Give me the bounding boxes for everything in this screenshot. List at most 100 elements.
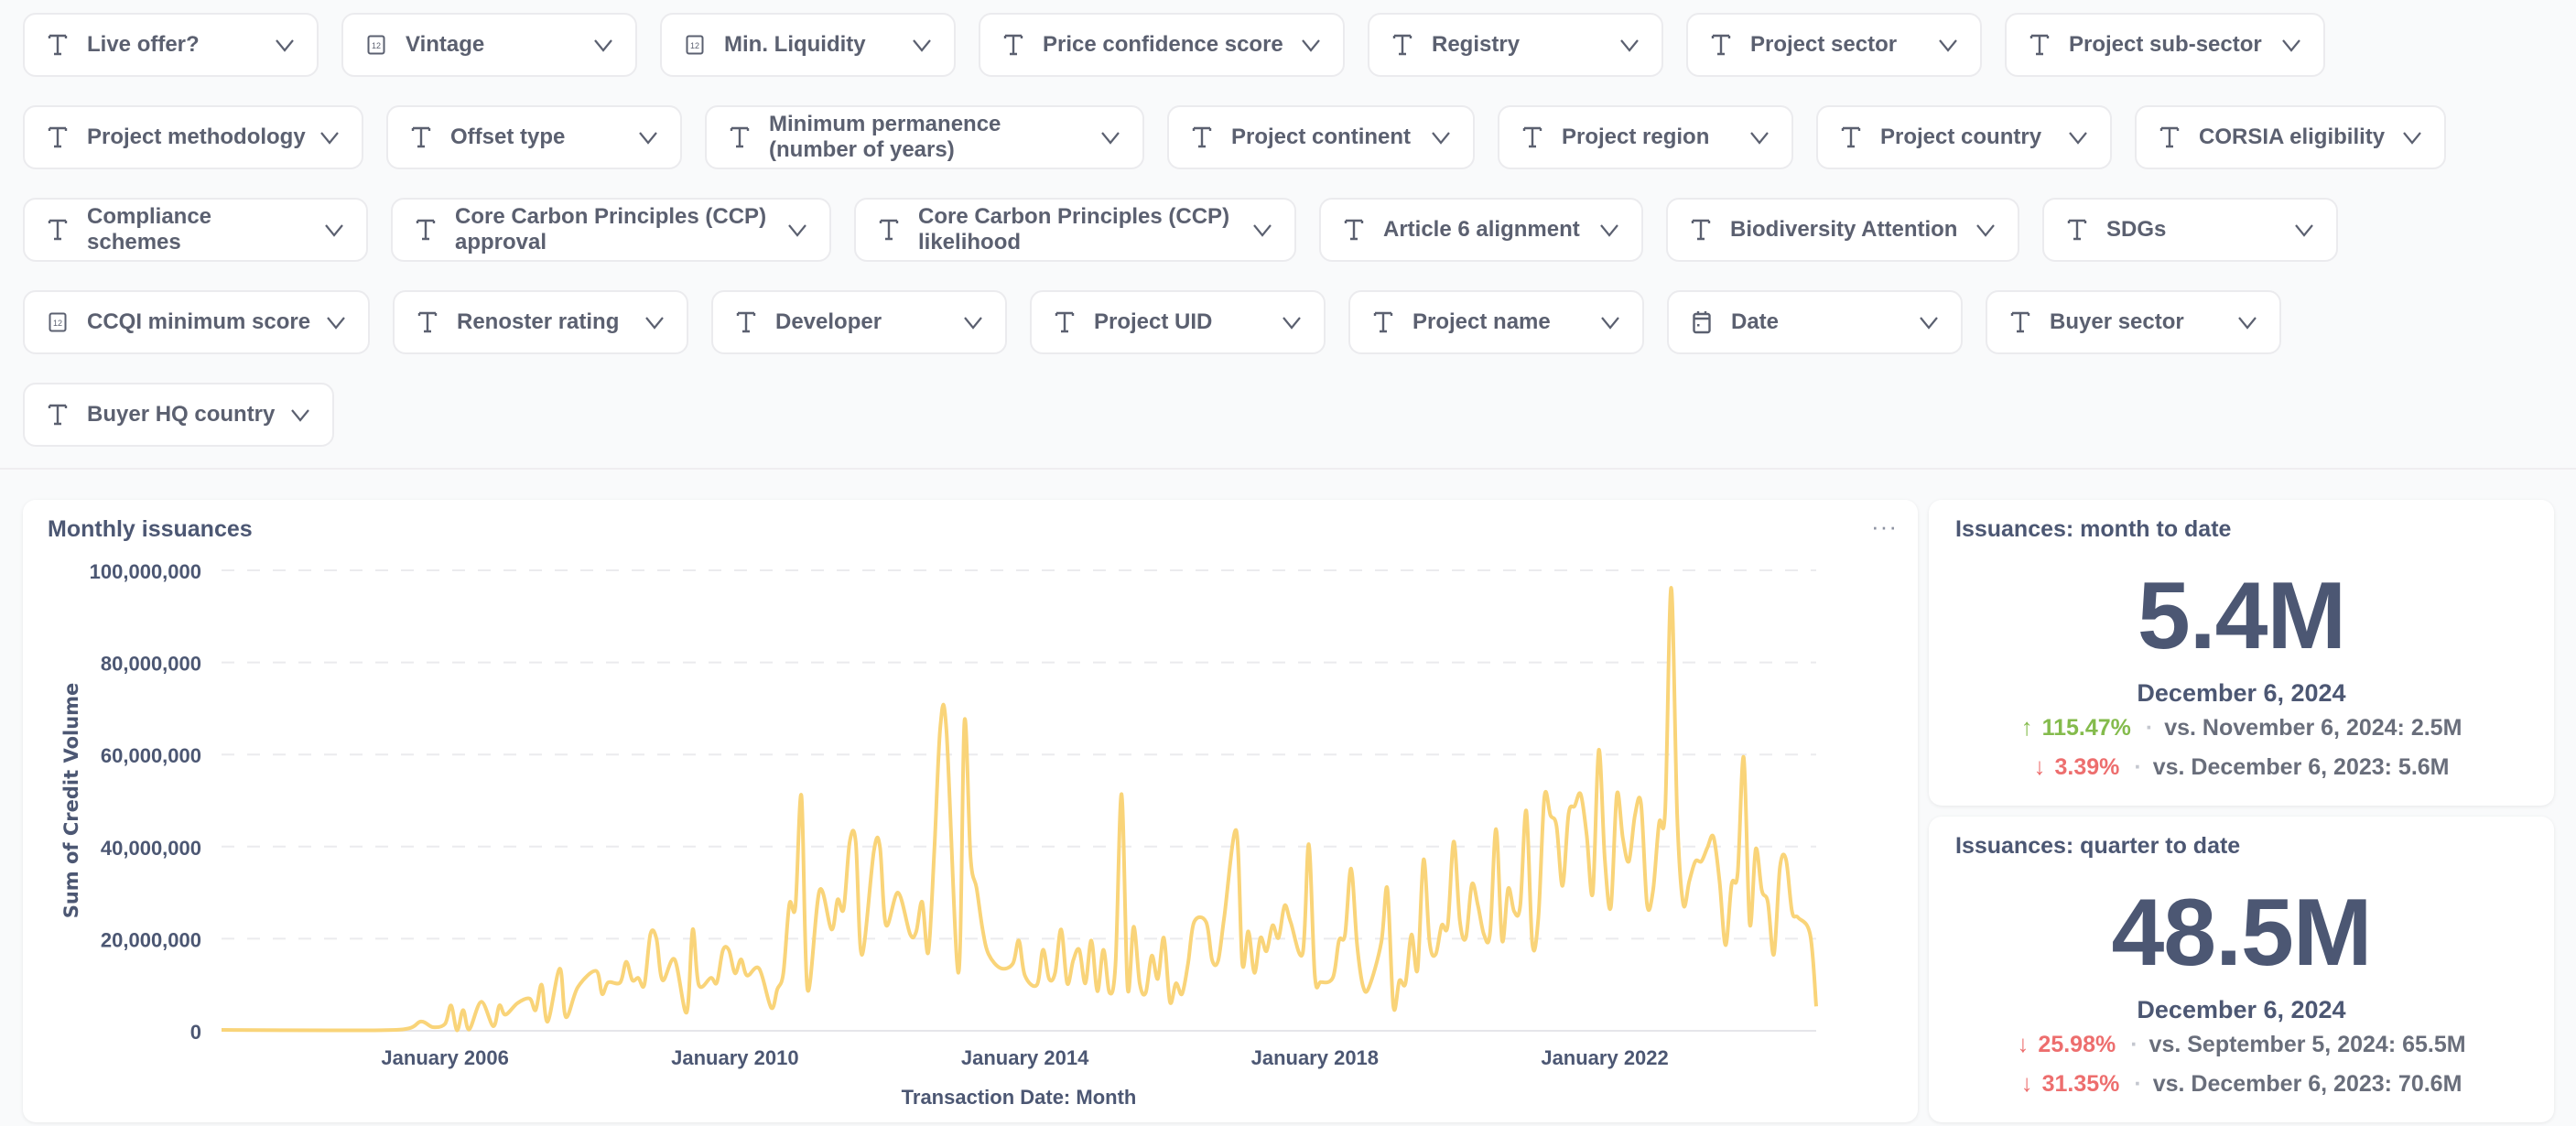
number-icon: 12 xyxy=(365,32,387,58)
separator: · xyxy=(2145,715,2154,741)
separator: · xyxy=(2134,754,2142,780)
text-type-icon xyxy=(1191,125,1213,150)
filter-label: Date xyxy=(1731,309,1780,334)
x-tick-label: January 2010 xyxy=(671,1046,798,1069)
filter-label: Buyer HQ country xyxy=(87,402,276,427)
filter-compliance-schemes[interactable]: Compliance schemes xyxy=(23,198,368,262)
text-type-icon xyxy=(729,125,751,150)
filter-label: Project region xyxy=(1562,125,1710,149)
filter-label: Buyer sector xyxy=(2050,309,2184,334)
chevron-down-icon xyxy=(2238,317,2257,330)
x-axis-label: Transaction Date: Month xyxy=(902,1086,1137,1109)
filter-registry[interactable]: Registry xyxy=(1368,13,1663,77)
filter-label: Core Carbon Principles (CCP) approval xyxy=(455,204,767,254)
filter-project-uid[interactable]: Project UID xyxy=(1030,290,1326,354)
filter-label: Min. Liquidity xyxy=(724,32,866,57)
chevron-down-icon xyxy=(320,132,339,145)
filter-core-carbon-principles-ccp-approval[interactable]: Core Carbon Principles (CCP) approval xyxy=(391,198,831,262)
filter-label: CCQI minimum score xyxy=(87,309,311,334)
y-tick-label: 60,000,000 xyxy=(101,744,201,767)
chevron-down-icon xyxy=(276,39,294,52)
filter-developer[interactable]: Developer xyxy=(711,290,1007,354)
filter-minimum-permanence-number-of-years[interactable]: Minimum permanence (number of years) xyxy=(705,105,1144,169)
text-type-icon xyxy=(1690,217,1712,243)
filter-label: Project country xyxy=(1880,125,2042,149)
x-tick-label: January 2006 xyxy=(381,1046,508,1069)
line-chart: 0 20,000,000 40,000,000 60,000,000 80,000,00… xyxy=(60,560,1818,1109)
filter-project-region[interactable]: Project region xyxy=(1498,105,1793,169)
filter-date[interactable]: Date xyxy=(1667,290,1963,354)
filter-label: Project name xyxy=(1412,309,1551,334)
filter-project-sector[interactable]: Project sector xyxy=(1686,13,1982,77)
y-tick-label: 80,000,000 xyxy=(101,653,201,676)
filter-ccqi-minimum-score[interactable]: 12 CCQI minimum score xyxy=(23,290,370,354)
text-type-icon xyxy=(47,217,69,243)
filter-live-offer[interactable]: Live offer? xyxy=(23,13,319,77)
kpi-date: December 6, 2024 xyxy=(2137,679,2346,707)
kpi-title: Issuances: month to date xyxy=(1955,516,2232,542)
change-percent: 25.98% xyxy=(2038,1032,2116,1057)
comparison-text: vs. December 6, 2023: 70.6M xyxy=(2152,1071,2462,1097)
filter-buyer-sector[interactable]: Buyer sector xyxy=(1986,290,2281,354)
filter-buyer-hq-country[interactable]: Buyer HQ country xyxy=(23,383,334,447)
text-type-icon xyxy=(1054,309,1076,335)
filter-label: Core Carbon Principles (CCP) likelihood xyxy=(918,204,1230,254)
filter-project-name[interactable]: Project name xyxy=(1348,290,1644,354)
filter-project-sub-sector[interactable]: Project sub-sector xyxy=(2005,13,2325,77)
filter-label: Vintage xyxy=(406,32,485,57)
filter-vintage[interactable]: 12 Vintage xyxy=(341,13,637,77)
filter-project-methodology[interactable]: Project methodology xyxy=(23,105,363,169)
arrow-down-icon: ↓ xyxy=(2020,1069,2033,1097)
kpi-value: 5.4M xyxy=(2137,563,2346,669)
filter-label: CORSIA eligibility xyxy=(2199,125,2386,149)
text-type-icon xyxy=(47,402,69,428)
filter-label: Project UID xyxy=(1094,309,1213,334)
text-type-icon xyxy=(417,309,438,335)
filter-project-country[interactable]: Project country xyxy=(1816,105,2112,169)
calendar-icon xyxy=(1691,309,1713,335)
y-tick-label: 100,000,000 xyxy=(90,560,201,583)
filter-min-liquidity[interactable]: 12 Min. Liquidity xyxy=(660,13,956,77)
chevron-down-icon xyxy=(1253,224,1272,237)
filter-corsia-eligibility[interactable]: CORSIA eligibility xyxy=(2135,105,2446,169)
number-icon: 12 xyxy=(47,309,69,335)
chevron-down-icon xyxy=(1601,317,1619,330)
chevron-down-icon xyxy=(1920,317,1938,330)
filter-core-carbon-principles-ccp-likelihood[interactable]: Core Carbon Principles (CCP) likelihood xyxy=(854,198,1296,262)
filter-renoster-rating[interactable]: Renoster rating xyxy=(393,290,688,354)
y-tick-label: 0 xyxy=(190,1021,201,1044)
arrow-down-icon: ↓ xyxy=(2017,1030,2029,1057)
y-axis-label: Sum of Credit Volume xyxy=(60,683,82,919)
chevron-down-icon xyxy=(1976,224,1995,237)
filter-label: Minimum permanence (number of years) xyxy=(769,112,1001,162)
chevron-down-icon xyxy=(964,317,982,330)
filter-label: Developer xyxy=(775,309,882,334)
filter-project-continent[interactable]: Project continent xyxy=(1167,105,1475,169)
chevron-down-icon xyxy=(594,39,612,52)
filter-sdgs[interactable]: SDGs xyxy=(2042,198,2338,262)
text-type-icon xyxy=(735,309,757,335)
separator: · xyxy=(2130,1032,2138,1057)
filter-article-6-alignment[interactable]: Article 6 alignment xyxy=(1319,198,1643,262)
filter-label: SDGs xyxy=(2106,217,2167,242)
x-tick-label: January 2014 xyxy=(961,1046,1089,1069)
text-type-icon xyxy=(1840,125,1862,150)
filter-offset-type[interactable]: Offset type xyxy=(386,105,682,169)
filter-label: Live offer? xyxy=(87,32,200,57)
text-type-icon xyxy=(47,125,69,150)
chevron-down-icon xyxy=(327,317,345,330)
chevron-down-icon xyxy=(325,224,343,237)
kpi-comparison: ↓ 25.98% · vs. September 5, 2024: 65.5M xyxy=(1929,1030,2554,1058)
kpi-title: Issuances: quarter to date xyxy=(1955,833,2241,859)
filter-biodiversity-attention[interactable]: Biodiversity Attention xyxy=(1666,198,2019,262)
monthly-issuances-card: Monthly issuances ··· 0 20,000,000 40,000,… xyxy=(23,500,1918,1122)
chevron-down-icon xyxy=(1101,132,1120,145)
kpi-month-to-date-card: Issuances: month to date 5.4M December 6… xyxy=(1929,500,2554,806)
text-type-icon xyxy=(2009,309,2031,335)
filter-label: Project sector xyxy=(1750,32,1898,57)
svg-text:12: 12 xyxy=(690,41,699,50)
change-percent: 3.39% xyxy=(2054,754,2120,780)
kpi-comparison: ↓ 31.35% · vs. December 6, 2023: 70.6M xyxy=(1929,1069,2554,1098)
chevron-down-icon xyxy=(645,317,664,330)
filter-price-confidence-score[interactable]: Price confidence score xyxy=(979,13,1345,77)
